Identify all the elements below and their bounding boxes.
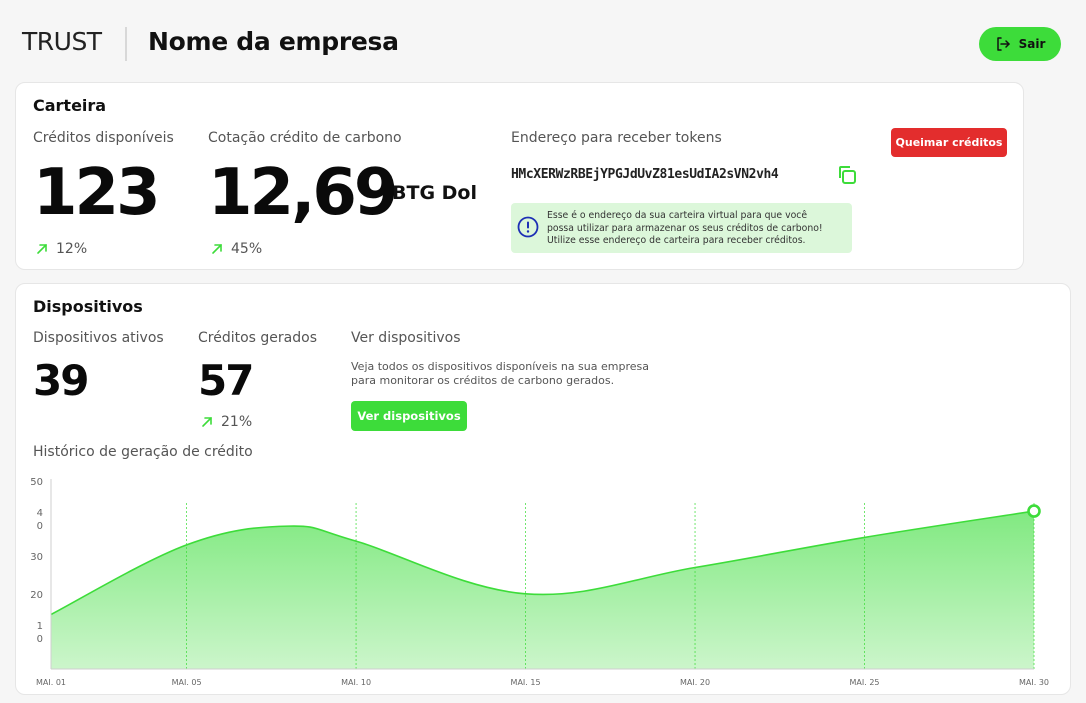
address-label: Endereço para receber tokens (511, 130, 722, 146)
wallet-address: HMcXERWzRBEjYPGJdUvZ81esUdIA2sVN2vh4 (511, 167, 779, 182)
chart-y-tick-label: 10 (37, 621, 43, 645)
credit-history-chart: 504 030201 0MAI. 01 MAI. 05 MAI. 10 MAI. 15 MA… (30, 477, 1049, 687)
available-credits-value: 123 (33, 156, 161, 230)
burn-credits-button[interactable]: Queimar créditos (891, 128, 1007, 157)
chart-area-fill (51, 511, 1034, 669)
logout-icon (996, 37, 1010, 51)
chart-x-tick-label: MAI. 05 (172, 678, 202, 687)
trend-up-icon (37, 244, 47, 254)
chart-last-point (1027, 504, 1041, 518)
carbon-quote-label: Cotação crédito de carbono (208, 130, 402, 146)
logout-button[interactable]: Sair (979, 27, 1061, 61)
devices-card: Dispositivos Dispositivos ativos 39 Créd… (15, 283, 1071, 695)
chart-y-tick-label: 40 (37, 508, 43, 532)
brand-logo: TRUST (22, 27, 102, 56)
chart-y-tick-line: 1 (37, 621, 43, 632)
wallet-card: Carteira Créditos disponíveis 123 12% Co… (15, 82, 1024, 270)
chart-y-tick-line: 4 (37, 508, 43, 519)
chart-x-tick-label: MAI. 30 (1019, 678, 1049, 687)
available-credits-trend-value: 12% (56, 241, 88, 257)
chart-y-tick-label: 20 (30, 590, 43, 601)
trend-up-icon (212, 244, 222, 254)
dashboard-page: TRUST Nome da empresa Sair Carteira Créd… (0, 0, 1086, 703)
header-divider (125, 27, 127, 61)
chart-x-tick-label: MAI. 01 (36, 678, 66, 687)
chart-x-tick-label: MAI. 25 (850, 678, 880, 687)
chart-y-tick-line: 0 (37, 634, 43, 645)
chart-x-tick-label: MAI. 10 (341, 678, 371, 687)
chart-y-tick-line: 0 (37, 521, 43, 532)
carbon-quote-trend: 45% (211, 241, 262, 257)
header: TRUST Nome da empresa Sair (0, 0, 1086, 84)
available-credits-trend: 12% (36, 241, 87, 257)
chart-y-tick-line: 20 (30, 590, 43, 601)
chart-y-tick-label: 30 (30, 552, 43, 563)
chart-x-tick-label: MAI. 20 (680, 678, 710, 687)
company-name: Nome da empresa (148, 27, 399, 56)
wallet-title: Carteira (33, 96, 107, 115)
chart-y-tick-label: 50 (30, 477, 43, 488)
carbon-quote-trend-value: 45% (231, 241, 263, 257)
carbon-quote-value: 12,69 (208, 156, 398, 230)
info-icon (517, 216, 539, 238)
info-line-1: Esse é o endereço da sua carteira virtua… (547, 210, 808, 221)
logout-label: Sair (1018, 37, 1046, 51)
address-info-box: Esse é o endereço da sua carteira virtua… (511, 203, 852, 253)
available-credits-label: Créditos disponíveis (33, 130, 174, 146)
chart-y-tick-line: 50 (30, 477, 43, 488)
chart-y-tick-line: 30 (30, 552, 43, 563)
chart-x-tick-label: MAI. 15 (511, 678, 541, 687)
carbon-quote-unit: BTG Dol (392, 182, 477, 204)
info-line-2: possa utilizar para armazenar os seus cr… (547, 222, 823, 234)
copy-icon[interactable] (835, 163, 859, 187)
info-line-3: Utilize esse endereço de carteira para r… (547, 235, 806, 247)
